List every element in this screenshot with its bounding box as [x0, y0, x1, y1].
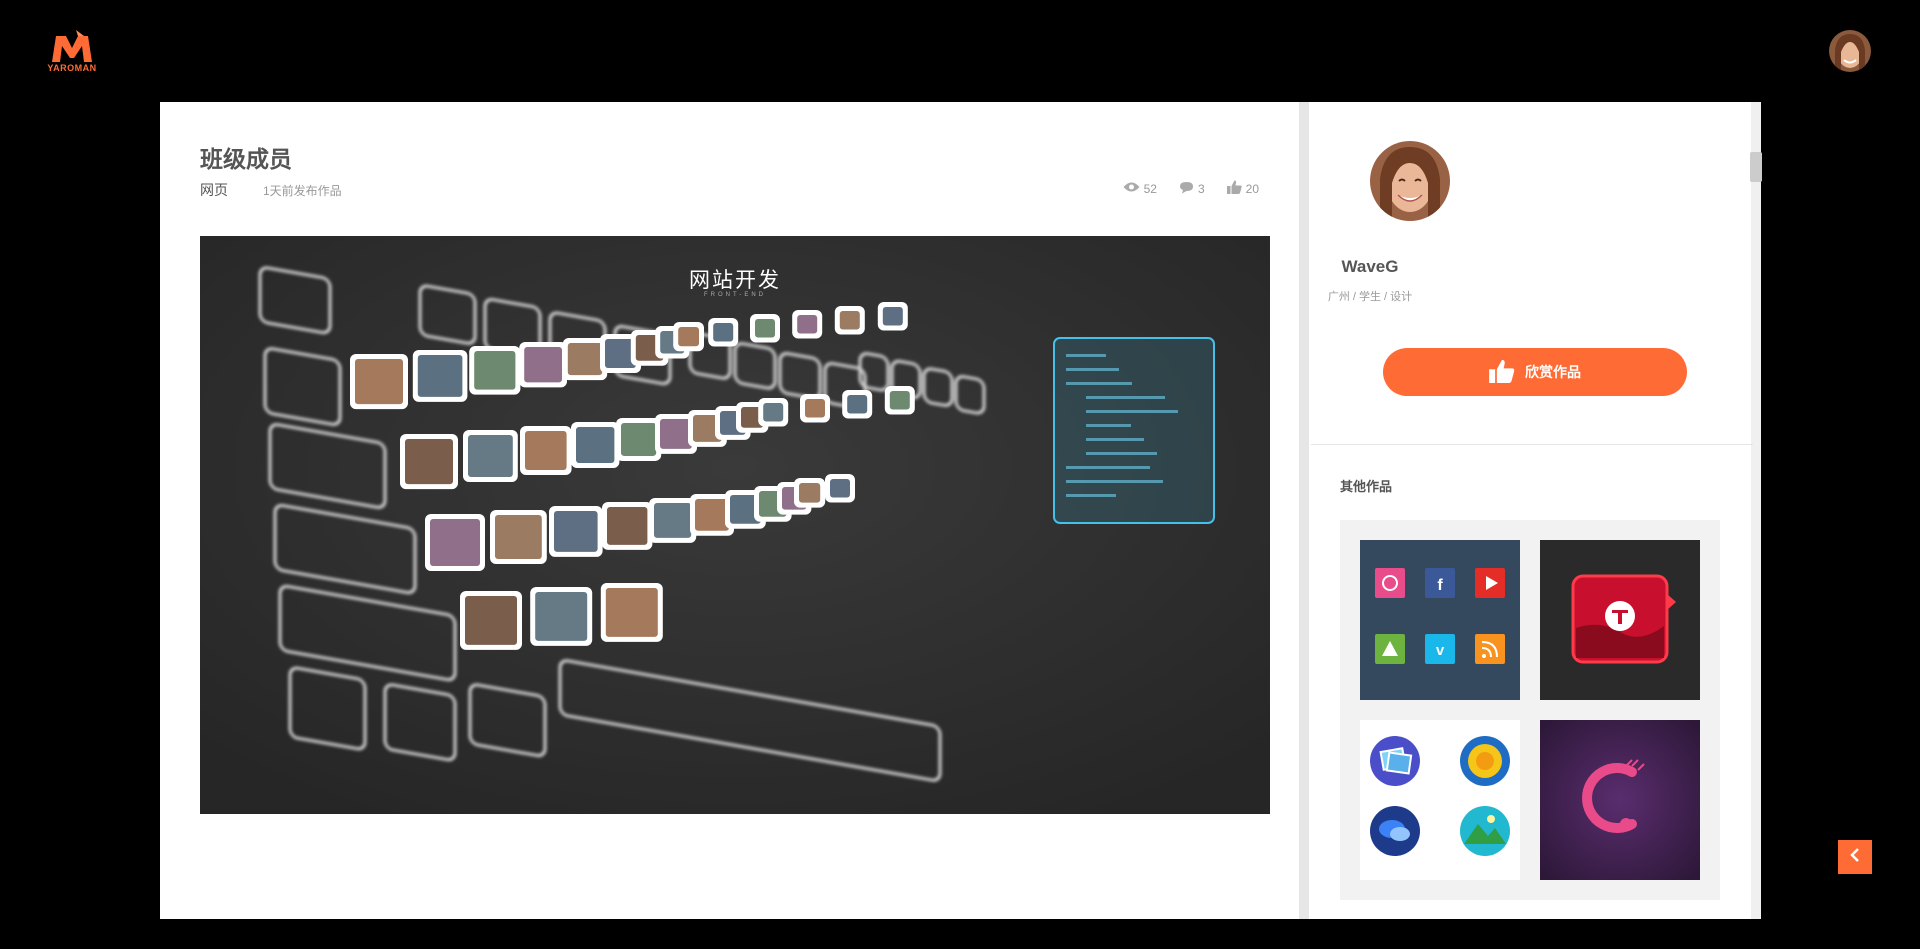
thumb-up-icon	[1489, 359, 1515, 386]
other-work-purple-logo[interactable]	[1540, 720, 1700, 880]
work-hero-image[interactable]: 网站开发 FRONT-END	[200, 236, 1270, 814]
author-avatar[interactable]	[1370, 141, 1450, 221]
thumb-up-icon	[1226, 180, 1242, 197]
other-work-badges[interactable]	[1360, 720, 1520, 880]
other-work-social-icons[interactable]: f v	[1360, 540, 1520, 700]
section-divider	[1311, 444, 1753, 445]
author-name[interactable]: WaveG	[1149, 257, 1591, 277]
brand-logo-text: YAROMAN	[47, 63, 97, 73]
collapse-panel-button[interactable]	[1838, 840, 1872, 874]
work-title: 班级成员	[200, 146, 292, 172]
eye-icon	[1123, 181, 1140, 196]
other-works-heading: 其他作品	[1340, 479, 1393, 494]
comment-icon	[1179, 181, 1194, 197]
appreciate-button[interactable]: 欣赏作品	[1383, 348, 1687, 396]
author-meta: 广州 / 学生 / 设计	[1327, 291, 1413, 303]
hero-title: 网站开发	[689, 269, 781, 292]
appreciate-label: 欣赏作品	[1525, 364, 1581, 380]
scrollbar-track[interactable]	[1751, 102, 1761, 919]
panel-divider	[1299, 102, 1309, 919]
views-count: 52	[1143, 181, 1157, 196]
svg-text:f: f	[1437, 577, 1443, 594]
hero-subtitle: FRONT-END	[704, 292, 766, 298]
views-stat: 52	[1123, 181, 1157, 196]
chevron-left-icon	[1849, 846, 1861, 869]
work-main-panel: 班级成员 网页 1天前发布作品 52 3 20 网站开发 FRONT-END	[160, 102, 1299, 919]
other-works-grid: f v	[1340, 520, 1720, 900]
user-avatar[interactable]	[1829, 30, 1871, 72]
work-stats: 52 3 20	[160, 180, 1299, 197]
scrollbar-thumb[interactable]	[1750, 152, 1762, 182]
likes-stat[interactable]: 20	[1226, 180, 1259, 197]
likes-count: 20	[1245, 181, 1259, 196]
comments-stat[interactable]: 3	[1179, 181, 1205, 197]
other-work-red-logo[interactable]	[1540, 540, 1700, 700]
comments-count: 3	[1197, 181, 1205, 196]
svg-text:v: v	[1436, 642, 1445, 659]
